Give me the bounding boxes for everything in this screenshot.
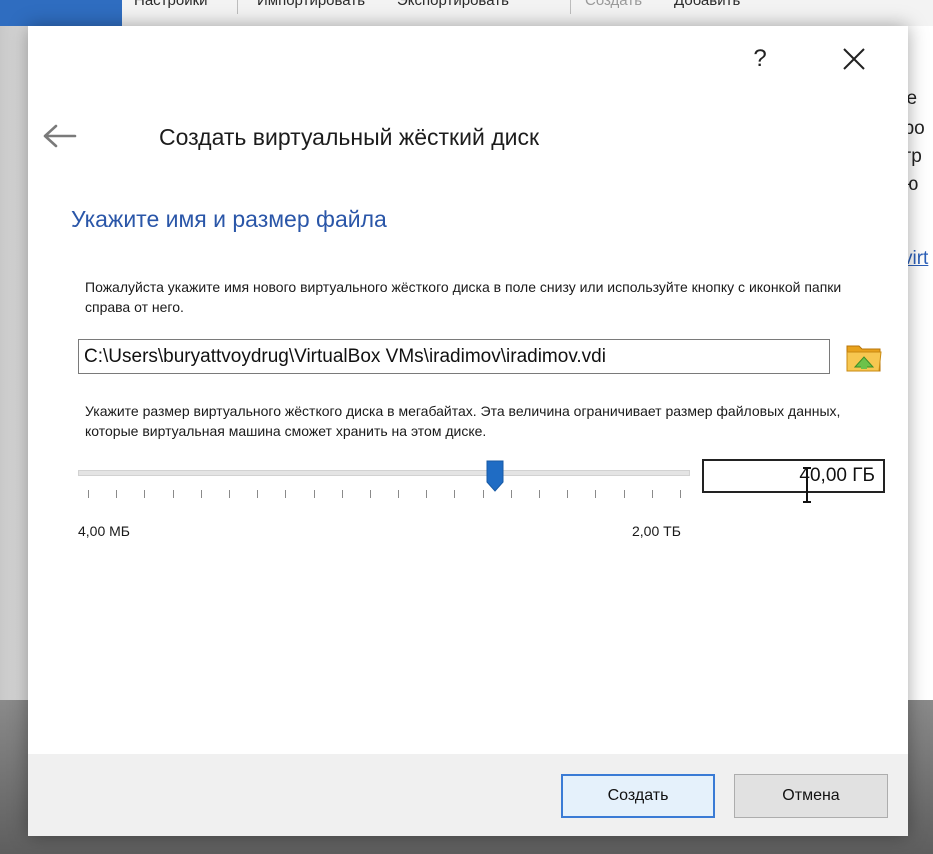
help-button[interactable]: ? bbox=[738, 42, 782, 76]
slider-tick bbox=[342, 490, 343, 498]
folder-icon bbox=[846, 345, 882, 372]
slider-tick bbox=[229, 490, 230, 498]
text-cursor-icon bbox=[803, 467, 811, 503]
close-button[interactable] bbox=[832, 42, 876, 76]
slider-tick bbox=[454, 490, 455, 498]
slider-tick bbox=[370, 490, 371, 498]
toolbar-separator bbox=[237, 0, 238, 14]
slider-tick bbox=[624, 490, 625, 498]
slider-tick bbox=[680, 490, 681, 498]
slider-tick bbox=[144, 490, 145, 498]
back-button[interactable] bbox=[42, 122, 78, 150]
close-icon bbox=[843, 48, 865, 70]
slider-max-label: 2,00 ТБ bbox=[632, 523, 681, 539]
slider-thumb-shape bbox=[486, 460, 504, 492]
toolbar-add[interactable]: Добавить bbox=[674, 0, 740, 9]
background-sidebar-header bbox=[0, 0, 122, 26]
slider-tick bbox=[567, 490, 568, 498]
toolbar-export[interactable]: Экспортировать bbox=[397, 0, 509, 9]
slider-tick bbox=[398, 490, 399, 498]
choose-folder-button[interactable] bbox=[845, 340, 883, 374]
toolbar-separator bbox=[570, 0, 571, 14]
slider-ticks bbox=[78, 490, 690, 500]
dialog-footer: Создать Отмена bbox=[28, 754, 908, 836]
slider-tick bbox=[595, 490, 596, 498]
disk-size-slider[interactable] bbox=[78, 460, 690, 500]
slider-tick bbox=[88, 490, 89, 498]
arrow-left-icon bbox=[43, 124, 77, 148]
slider-tick bbox=[285, 490, 286, 498]
toolbar-create: Создать bbox=[585, 0, 643, 9]
dialog-title: Создать виртуальный жёсткий диск bbox=[159, 124, 540, 150]
slider-tick bbox=[201, 490, 202, 498]
slider-track[interactable] bbox=[78, 470, 690, 476]
file-location-description: Пожалуйста укажите имя нового виртуально… bbox=[85, 279, 842, 315]
slider-tick bbox=[257, 490, 258, 498]
toolbar-settings[interactable]: Настройки bbox=[134, 0, 208, 9]
disk-size-input[interactable] bbox=[702, 459, 885, 493]
background-toolbar: Настройки Импортировать Экспортировать С… bbox=[122, 0, 933, 26]
cancel-button[interactable]: Отмена bbox=[734, 774, 888, 818]
file-path-input[interactable] bbox=[78, 339, 830, 374]
slider-tick bbox=[426, 490, 427, 498]
create-button[interactable]: Создать bbox=[561, 774, 715, 818]
section-title: Укажите имя и размер файла bbox=[71, 206, 387, 232]
slider-tick bbox=[173, 490, 174, 498]
slider-min-label: 4,00 МБ bbox=[78, 523, 130, 539]
slider-tick bbox=[483, 490, 484, 498]
create-virtual-disk-dialog: ? Создать виртуальный жёсткий диск Укажи… bbox=[28, 26, 908, 836]
toolbar-import[interactable]: Импортировать bbox=[257, 0, 365, 9]
disk-size-description: Укажите размер виртуального жёсткого дис… bbox=[85, 403, 841, 439]
slider-tick bbox=[539, 490, 540, 498]
slider-tick bbox=[314, 490, 315, 498]
slider-tick bbox=[511, 490, 512, 498]
slider-thumb[interactable] bbox=[485, 460, 505, 492]
slider-tick bbox=[116, 490, 117, 498]
slider-tick bbox=[652, 490, 653, 498]
